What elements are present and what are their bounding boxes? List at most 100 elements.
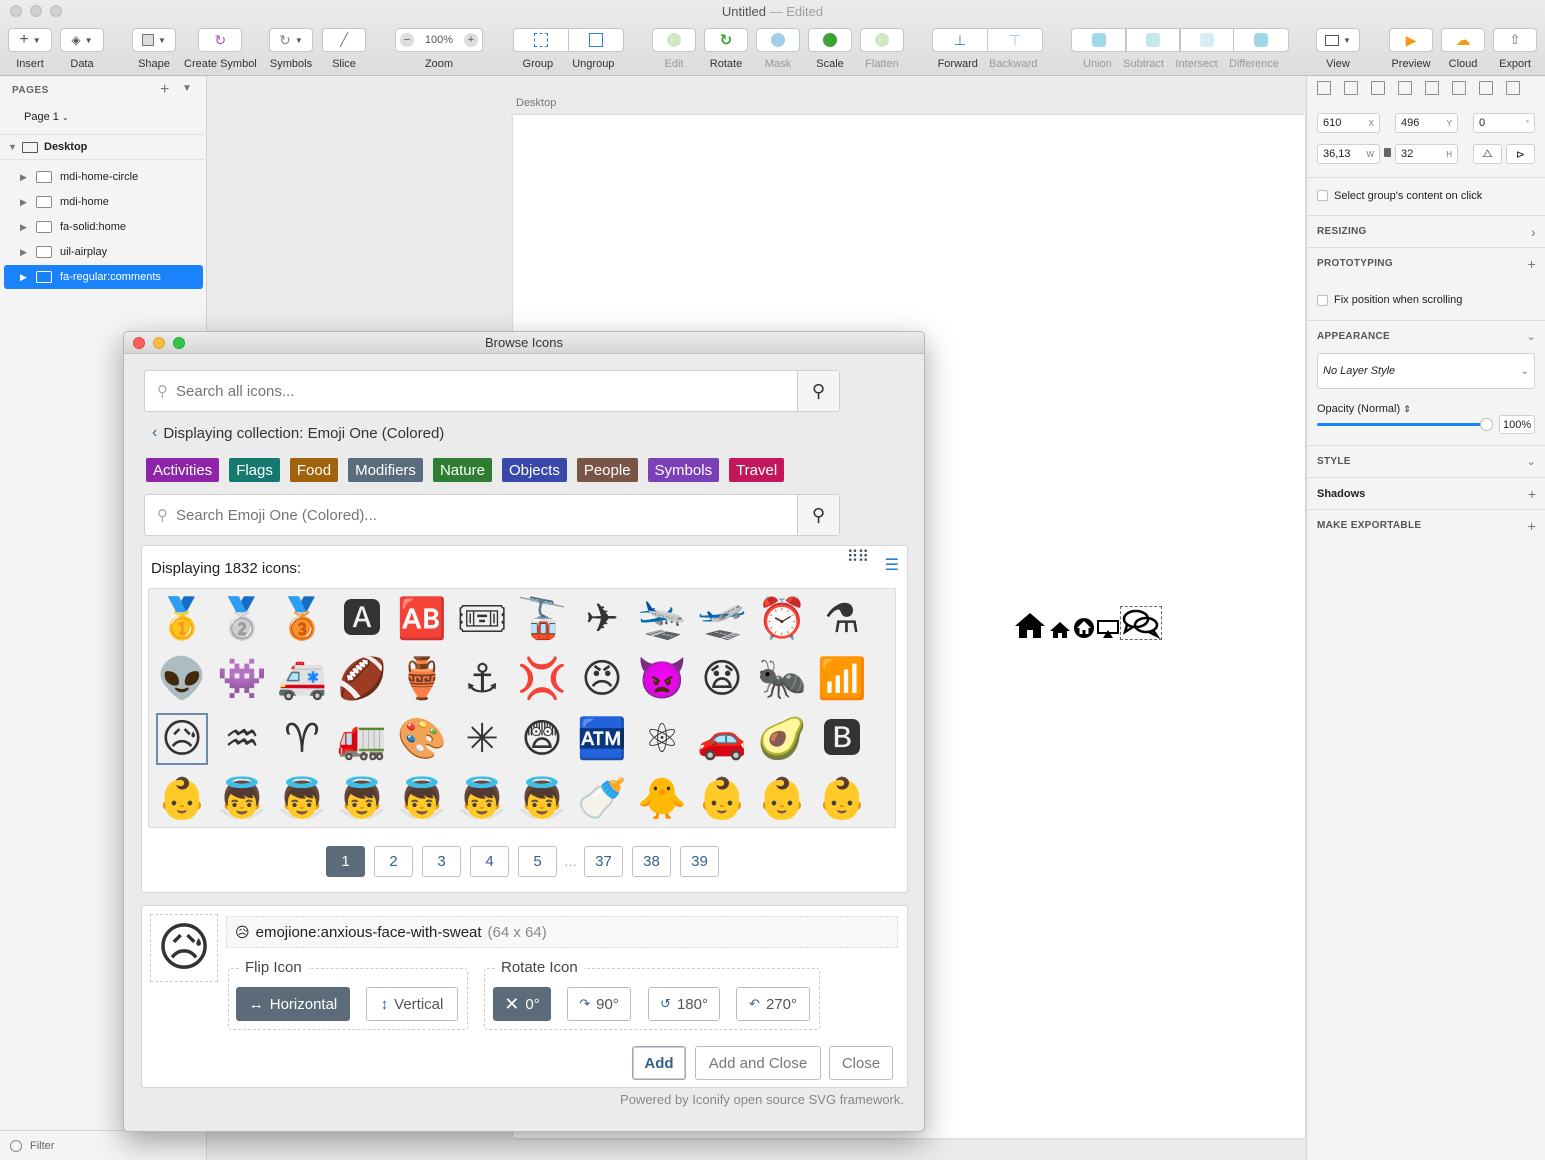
x-field[interactable]: 610 X (1317, 113, 1380, 133)
icon-cell[interactable]: ♈ (272, 709, 332, 769)
icon-cell[interactable]: 👼 (512, 769, 572, 829)
layer-filter[interactable]: Filter (0, 1130, 207, 1160)
style-section[interactable]: STYLE ⌄ (1307, 445, 1545, 477)
minimize-dialog-button[interactable] (153, 337, 165, 349)
export-tool[interactable]: ⇧ Export (1493, 28, 1537, 70)
resizing-section[interactable]: RESIZING › (1307, 215, 1545, 247)
icon-cell[interactable]: 🅰 (332, 589, 392, 649)
distribute-horizontal-icon[interactable] (1317, 81, 1331, 95)
category-nature[interactable]: Nature (432, 458, 492, 482)
zoom-in-button[interactable]: + (463, 33, 478, 47)
page-button[interactable]: 37 (584, 846, 623, 877)
layer-style-dropdown[interactable]: No Layer Style ⌄ (1317, 353, 1535, 389)
icon-cell[interactable]: 👼 (332, 769, 392, 829)
layer-item-selected[interactable]: ▶ fa-regular:comments (4, 265, 203, 289)
create-symbol-tool[interactable]: ↻ Create Symbol (184, 28, 257, 70)
icon-cell[interactable]: 👶 (152, 769, 212, 829)
close-button[interactable]: Close (829, 1046, 893, 1080)
category-activities[interactable]: Activities (146, 458, 220, 482)
category-symbols[interactable]: Symbols (647, 458, 720, 482)
icon-cell[interactable]: 👽 (152, 649, 212, 709)
icon-cell[interactable]: ⚗ (812, 589, 872, 649)
category-flags[interactable]: Flags (229, 458, 280, 482)
icon-cell[interactable]: 🆎 (392, 589, 452, 649)
home-icon[interactable] (1049, 621, 1071, 639)
select-group-content-checkbox[interactable]: Select group's content on click (1317, 190, 1482, 202)
category-food[interactable]: Food (289, 458, 339, 482)
icon-cell[interactable]: 🐥 (632, 769, 692, 829)
lock-proportions-icon[interactable] (1384, 148, 1391, 157)
icon-cell[interactable]: 💢 (512, 649, 572, 709)
page-button[interactable]: 5 (518, 846, 557, 877)
difference-button[interactable] (1234, 28, 1289, 52)
home-icon[interactable] (1013, 611, 1047, 639)
opacity-mode-select[interactable]: Opacity (Normal) ⇕ (1317, 403, 1411, 415)
close-dialog-button[interactable] (133, 337, 145, 349)
subtract-button[interactable] (1126, 28, 1180, 52)
add-shadow-button[interactable]: + (1528, 486, 1536, 502)
rotate-tool[interactable]: ↻ Rotate (704, 28, 748, 70)
flip-vertical-button[interactable]: ⊳ (1506, 144, 1535, 164)
align-top-icon[interactable] (1452, 81, 1466, 95)
cloud-tool[interactable]: ☁ Cloud (1441, 28, 1485, 70)
page-button[interactable]: 4 (470, 846, 509, 877)
align-right-icon[interactable] (1425, 81, 1439, 95)
layer-item[interactable]: ▶ fa-solid:home (4, 215, 203, 239)
mask-tool[interactable]: Mask (756, 28, 800, 70)
edit-tool[interactable]: Edit (652, 28, 696, 70)
ungroup-button[interactable] (569, 28, 624, 52)
icon-cell[interactable]: 🥉 (272, 589, 332, 649)
icon-cell[interactable]: 🎨 (392, 709, 452, 769)
icon-cell[interactable]: 🐜 (752, 649, 812, 709)
comments-icon[interactable] (1120, 606, 1162, 640)
add-button[interactable]: Add (632, 1046, 686, 1080)
icon-cell[interactable]: 🥑 (752, 709, 812, 769)
align-left-icon[interactable] (1371, 81, 1385, 95)
align-bottom-icon[interactable] (1506, 81, 1520, 95)
icon-cell[interactable]: 😧 (692, 649, 752, 709)
icon-cell[interactable]: 📶 (812, 649, 872, 709)
artboard-title[interactable]: Desktop (516, 97, 556, 109)
collection-search-button[interactable]: ⚲ (797, 495, 839, 535)
width-field[interactable]: 36,13 W (1317, 144, 1380, 164)
rotate-270-button[interactable]: ↶ 270° (736, 987, 810, 1021)
flip-horizontal-button[interactable]: ⧍ (1473, 144, 1502, 164)
flip-horizontal-button[interactable]: ↔ Horizontal (236, 987, 350, 1021)
page-button[interactable]: 1 (326, 846, 365, 877)
collection-search-input[interactable] (168, 506, 797, 524)
category-travel[interactable]: Travel (729, 458, 785, 482)
appearance-section[interactable]: APPEARANCE ⌄ (1307, 320, 1545, 352)
icon-cell[interactable]: 🚡 (512, 589, 572, 649)
page-selector[interactable]: Page 1 ⌄ (24, 111, 69, 123)
rotate-0-button[interactable]: ✕ 0° (493, 987, 551, 1021)
forward-button[interactable]: ⊥ (932, 28, 988, 52)
add-prototyping-button[interactable]: + (1528, 256, 1536, 272)
icon-cell[interactable]: 🚛 (332, 709, 392, 769)
page-button[interactable]: 2 (374, 846, 413, 877)
slider-thumb[interactable] (1480, 418, 1493, 431)
document-title[interactable]: Untitled (722, 4, 766, 19)
icon-cell[interactable]: ✳ (452, 709, 512, 769)
icon-cell[interactable]: 🎟 (452, 589, 512, 649)
backward-button[interactable]: ⊤ (988, 28, 1043, 52)
disclosure-closed-icon[interactable]: ▶ (20, 222, 28, 233)
group-button[interactable] (513, 28, 569, 52)
preview-tool[interactable]: ▶ Preview (1389, 28, 1433, 70)
icon-cell[interactable]: 👿 (632, 649, 692, 709)
icon-cell[interactable]: 🏈 (332, 649, 392, 709)
icon-cell[interactable]: 😠 (572, 649, 632, 709)
height-field[interactable]: 32 H (1395, 144, 1458, 164)
search-button[interactable]: ⚲ (797, 371, 839, 411)
icon-cell[interactable]: 🏺 (392, 649, 452, 709)
zoom-out-button[interactable]: − (400, 33, 414, 47)
icon-cell[interactable]: 👼 (272, 769, 332, 829)
layer-item[interactable]: ▶ mdi-home (4, 190, 203, 214)
zoom-dialog-button[interactable] (173, 337, 185, 349)
icon-cell[interactable]: 🛬 (632, 589, 692, 649)
collection-breadcrumb[interactable]: ‹ Displaying collection: Emoji One (Color… (152, 424, 444, 442)
icon-cell[interactable]: 🛫 (692, 589, 752, 649)
icon-cell[interactable]: 👶 (812, 769, 872, 829)
icon-cell[interactable]: ⏰ (752, 589, 812, 649)
category-modifiers[interactable]: Modifiers (348, 458, 423, 482)
insert-tool[interactable]: + ▼ Insert (8, 28, 52, 70)
